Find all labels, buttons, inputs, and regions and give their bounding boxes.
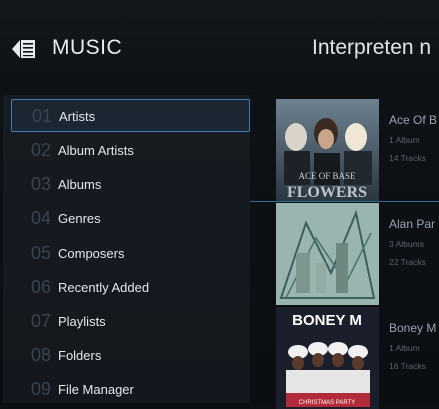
menu-item-label: Playlists xyxy=(58,314,106,329)
menu-item-number: 02 xyxy=(31,140,52,160)
menu-item-label: Folders xyxy=(58,348,102,363)
sidebar-menu: 01 Artists 02 Album Artists 03 Albums 04… xyxy=(3,95,250,403)
menu-item-number: 04 xyxy=(31,208,52,228)
artist-track-count: 22 Tracks xyxy=(389,257,426,267)
menu-item-album-artists[interactable]: 02 Album Artists xyxy=(11,134,250,167)
artist-album-count: 1 Album xyxy=(389,135,420,145)
artist-track-count: 16 Tracks xyxy=(389,361,426,371)
app-title: MUSIC xyxy=(52,36,123,59)
menu-item-playlists[interactable]: 07 Playlists xyxy=(11,305,250,338)
media-center-screen: MUSIC Interpreten n 01 Artists 02 Album … xyxy=(0,0,439,409)
menu-item-number: 05 xyxy=(31,243,52,263)
menu-item-label: File Manager xyxy=(58,382,134,397)
menu-item-label: Album Artists xyxy=(58,143,134,158)
album-cover: BONEY M CHRISTMAS PARTY xyxy=(276,307,379,409)
menu-item-number: 01 xyxy=(32,106,53,126)
artist-row[interactable]: Alan Par 3 Albums 22 Tracks xyxy=(250,201,439,305)
menu-item-recently-added[interactable]: 06 Recently Added xyxy=(11,271,250,304)
menu-item-file-manager[interactable]: 09 File Manager xyxy=(11,373,250,406)
menu-item-albums[interactable]: 03 Albums xyxy=(11,168,250,201)
artist-track-count: 14 Tracks xyxy=(389,153,426,163)
menu-item-number: 08 xyxy=(31,345,52,365)
menu-item-number: 09 xyxy=(31,379,52,399)
album-cover: ACE OF BASE FLOWERS xyxy=(276,99,379,201)
artist-album-count: 1 Album xyxy=(389,343,420,353)
header: MUSIC Interpreten n xyxy=(0,0,439,95)
menu-item-composers[interactable]: 05 Composers xyxy=(11,237,250,270)
svg-text:CHRISTMAS PARTY: CHRISTMAS PARTY xyxy=(299,400,355,406)
menu-item-number: 06 xyxy=(31,277,52,297)
menu-item-label: Genres xyxy=(58,211,101,226)
row-highlight-line xyxy=(250,201,439,202)
svg-text:FLOWERS: FLOWERS xyxy=(287,184,367,201)
menu-item-number: 07 xyxy=(31,311,52,331)
album-cover xyxy=(276,203,379,305)
menu-item-label: Composers xyxy=(58,246,125,261)
artist-row[interactable]: BONEY M CHRISTMAS PARTY Boney M 1 Album … xyxy=(250,305,439,409)
menu-item-artists[interactable]: 01 Artists xyxy=(11,99,250,132)
artist-list: ACE OF BASE FLOWERS Ace Of B 1 Album 14 … xyxy=(250,95,439,409)
menu-item-genres[interactable]: 04 Genres xyxy=(11,202,250,235)
menu-item-label: Recently Added xyxy=(58,280,150,295)
artist-name: Alan Par xyxy=(389,217,436,231)
menu-item-number: 03 xyxy=(31,174,52,194)
svg-text:ACE OF BASE: ACE OF BASE xyxy=(298,171,356,181)
page-title: Interpreten n xyxy=(312,36,432,59)
artist-row[interactable]: ACE OF BASE FLOWERS Ace Of B 1 Album 14 … xyxy=(250,97,439,201)
music-library-icon xyxy=(12,40,35,58)
svg-text:BONEY M: BONEY M xyxy=(292,312,362,329)
menu-item-label: Albums xyxy=(58,177,102,192)
artist-album-count: 3 Albums xyxy=(389,239,424,249)
menu-item-folders[interactable]: 08 Folders xyxy=(11,339,250,372)
artist-name: Ace Of B xyxy=(389,113,438,127)
artist-name: Boney M xyxy=(389,321,437,335)
menu-item-label: Artists xyxy=(59,109,96,124)
